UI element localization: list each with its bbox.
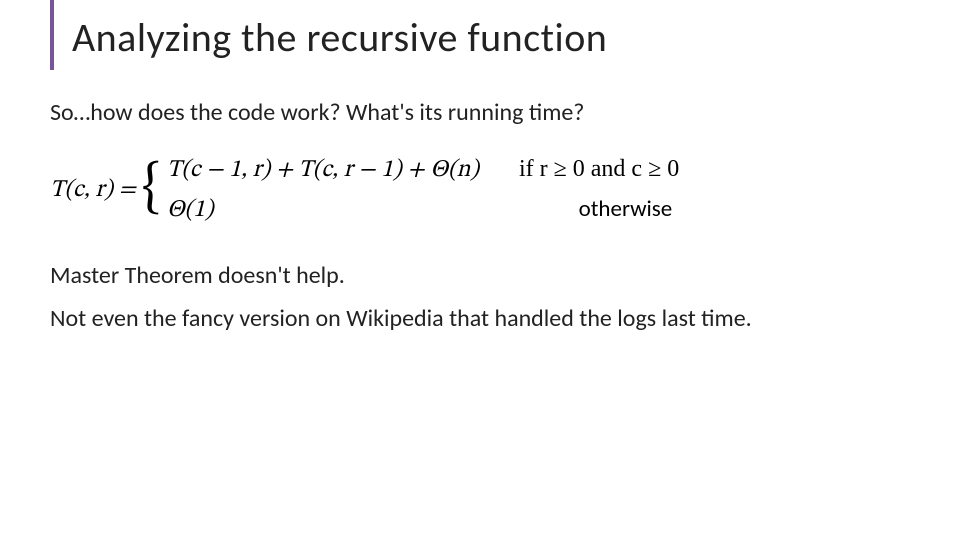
intro-text: So…how does the code work? What's its ru… — [50, 98, 930, 127]
recurrence-lhs: T(c, r) = — [50, 175, 140, 205]
recurrence-equation: T(c, r) = { T(c − 1, r) + T(c, r − 1) + … — [50, 155, 930, 225]
case1-condition: if r ≥ 0 and c ≥ 0 — [479, 156, 679, 183]
case2-expression: Θ(1) — [167, 195, 214, 225]
conclusion-line-2: Not even the fancy version on Wikipedia … — [50, 304, 930, 333]
case-row-1: T(c − 1, r) + T(c, r − 1) + Θ(n) if r ≥ … — [167, 155, 679, 185]
case2-condition: otherwise — [214, 195, 673, 223]
brace-icon: { — [140, 165, 167, 211]
case-row-2: Θ(1) otherwise — [167, 195, 679, 225]
title-bar: Analyzing the recursive function — [50, 0, 930, 70]
conclusion-line-1: Master Theorem doesn't help. — [50, 261, 930, 290]
slide: Analyzing the recursive function So…how … — [0, 0, 960, 540]
case1-expression: T(c − 1, r) + T(c, r − 1) + Θ(n) — [167, 155, 479, 185]
slide-body: So…how does the code work? What's its ru… — [50, 70, 930, 333]
slide-title: Analyzing the recursive function — [72, 16, 930, 60]
recurrence-cases: T(c − 1, r) + T(c, r − 1) + Θ(n) if r ≥ … — [167, 155, 679, 225]
